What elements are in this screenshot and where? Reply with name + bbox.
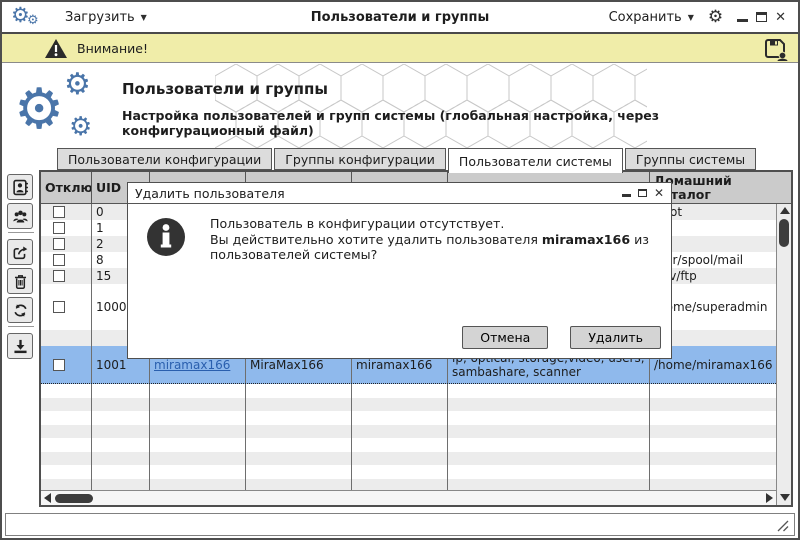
trash-icon [12,273,29,290]
checkbox-cell [41,268,92,284]
minimize-button[interactable] [737,19,748,22]
tab-system-users[interactable]: Пользователи системы [448,148,623,173]
dialog-close-button[interactable]: ✕ [654,187,664,199]
row-checkbox[interactable] [53,270,65,282]
tab-config-users[interactable]: Пользователи конфигурации [57,148,272,170]
scroll-right-arrow-icon[interactable] [766,493,773,503]
maximize-button[interactable] [756,12,767,22]
user-group-icon [12,208,29,225]
horizontal-scrollbar-thumb[interactable] [55,494,93,503]
refresh-icon [12,302,29,319]
checkbox-cell [41,346,92,383]
tab-system-groups[interactable]: Группы системы [625,148,756,170]
status-bar [5,513,795,536]
import-button[interactable] [7,333,33,359]
refresh-button[interactable] [7,297,33,323]
warning-bar: Внимание! [2,32,798,63]
cancel-button[interactable]: Отмена [462,326,548,349]
gear-icon: ⚙ [64,70,91,100]
info-icon [144,215,188,259]
delete-user-button[interactable] [7,268,33,294]
export-icon [12,244,29,261]
row-checkbox[interactable] [53,222,65,234]
checkbox-cell [41,220,92,236]
page-header: ⚙ ⚙ ⚙ Пользователи и группы Настройка по… [2,64,798,148]
gear-icon: ⚙ [27,14,39,27]
vertical-scrollbar[interactable] [776,204,791,505]
user-card-icon [12,179,29,196]
toolbar-separator [8,326,34,327]
delete-button[interactable]: Удалить [570,326,661,349]
export-button[interactable] [7,239,33,265]
row-checkbox[interactable] [53,238,65,250]
resize-grip-icon[interactable] [775,518,790,533]
save-menu-label: Сохранить [609,10,682,25]
toolbar-separator [8,232,34,233]
table-row-empty [41,438,776,452]
table-row-empty [41,384,776,398]
app-window: ⚙ ⚙ Загрузить ▼ Пользователи и группы Со… [0,0,800,540]
dialog-message: Пользователь в конфигурации отсутствует.… [210,216,662,263]
row-checkbox[interactable] [53,206,65,218]
tab-bar: Пользователи конфигурации Группы конфигу… [57,148,758,170]
page-title: Пользователи и группы [122,80,328,98]
dialog-message-prefix: Вы действительно хотите удалить пользова… [210,232,542,247]
table-row-empty [41,425,776,439]
row-checkbox[interactable] [53,301,65,313]
row-checkbox[interactable] [53,254,65,266]
vertical-scrollbar-thumb[interactable] [779,219,789,247]
scroll-down-arrow-icon[interactable] [780,494,790,501]
scroll-up-arrow-icon[interactable] [780,207,790,214]
checkbox-cell [41,236,92,252]
left-toolbar [7,174,35,362]
chevron-down-icon: ▼ [688,13,694,22]
chevron-down-icon: ▼ [141,13,147,22]
table-row-empty [41,479,776,491]
table-row-empty [41,465,776,479]
tab-config-groups[interactable]: Группы конфигурации [274,148,446,170]
warning-message: Внимание! [77,41,148,56]
close-button[interactable]: ✕ [775,11,786,24]
col-header-disabled[interactable]: Отключен [41,172,92,203]
app-logo-gears-icon: ⚙ ⚙ [11,4,45,30]
dialog-message-line2: Вы действительно хотите удалить пользова… [210,232,662,263]
dialog-titlebar[interactable]: Удалить пользователя ✕ [128,183,671,204]
scroll-left-arrow-icon[interactable] [44,493,51,503]
warning-triangle-icon [44,38,68,59]
dialog-title: Удалить пользователя [135,186,285,201]
table-row-empty [41,411,776,425]
add-user-button[interactable] [7,174,33,200]
download-icon [12,338,29,355]
settings-gear-icon[interactable]: ⚙ [708,9,723,26]
dialog-maximize-button[interactable] [638,189,647,197]
module-gears-icon: ⚙ ⚙ ⚙ [12,68,117,146]
add-group-button[interactable] [7,203,33,229]
user-login-link[interactable]: miramax166 [154,358,230,372]
load-menu-label: Загрузить [65,10,135,25]
save-config-floppy-icon[interactable] [764,38,788,61]
table-row-empty [41,398,776,412]
gear-icon: ⚙ [69,114,92,140]
horizontal-scrollbar[interactable] [41,490,776,505]
checkbox-cell [41,204,92,220]
delete-user-dialog: Удалить пользователя ✕ Пользователь в ко… [127,182,672,359]
table-row-empty [41,452,776,466]
dialog-message-line1: Пользователь в конфигурации отсутствует. [210,216,662,232]
page-subtitle: Настройка пользователей и групп системы … [122,108,798,138]
dialog-minimize-button[interactable] [622,194,631,197]
gear-icon: ⚙ [14,82,64,138]
load-menu-button[interactable]: Загрузить ▼ [65,10,147,25]
save-menu-button[interactable]: Сохранить ▼ [609,10,694,25]
titlebar: ⚙ ⚙ Загрузить ▼ Пользователи и группы Со… [2,2,798,32]
checkbox-cell [41,252,92,268]
row-checkbox[interactable] [53,359,65,371]
dialog-message-username: miramax166 [542,232,630,247]
checkbox-cell [41,284,92,330]
